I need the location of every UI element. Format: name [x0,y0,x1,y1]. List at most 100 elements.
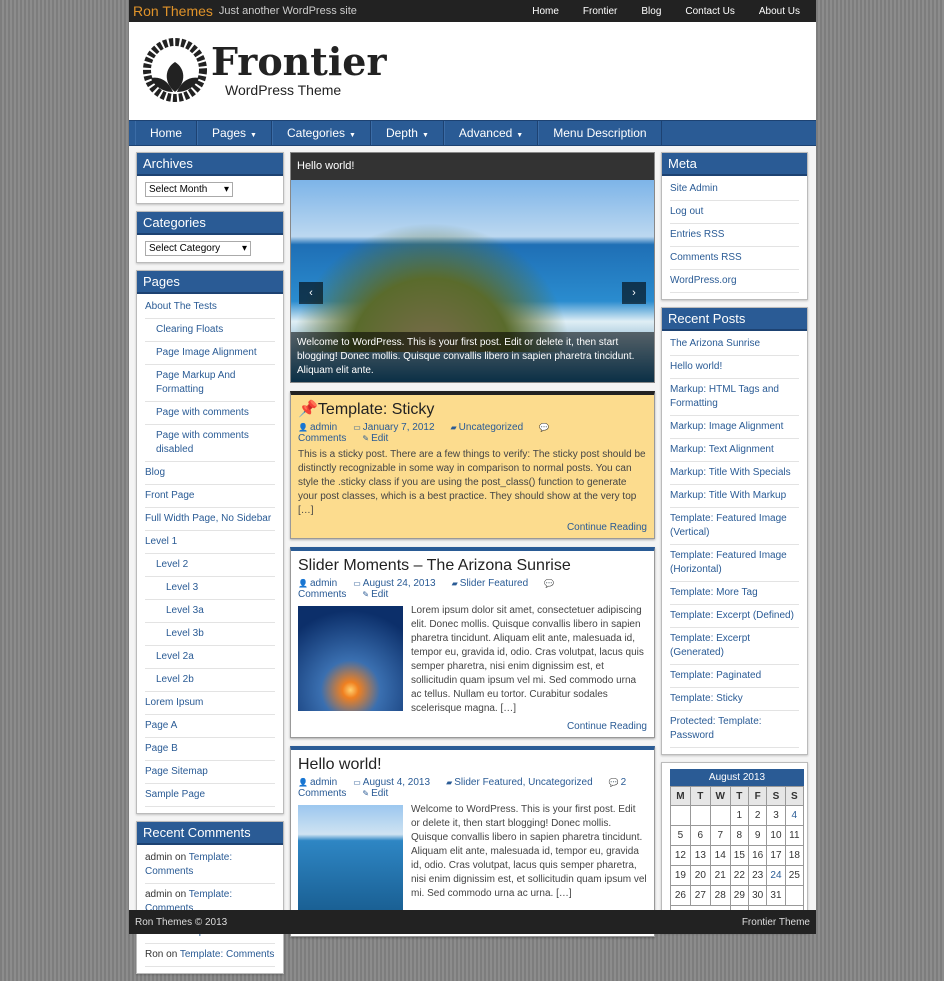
page-link[interactable]: Blog [145,462,275,485]
nav-item[interactable]: Menu Description [538,121,662,145]
recent-post-link[interactable]: Markup: Title With Specials [670,462,799,485]
post-author[interactable]: 👤 admin [298,578,345,589]
recent-post-link[interactable]: Template: Excerpt (Generated) [670,628,799,665]
meta-link[interactable]: Comments RSS [670,247,799,270]
recent-post-link[interactable]: Markup: Title With Markup [670,485,799,508]
page-link[interactable]: Level 1 [145,531,275,554]
page-link[interactable]: Full Width Page, No Sidebar [145,508,275,531]
page-link[interactable]: Clearing Floats [145,319,275,342]
slider-prev-button[interactable]: ‹ [299,282,323,304]
logo[interactable]: Frontier WordPress Theme [143,38,387,102]
post-author[interactable]: 👤 admin [298,777,345,788]
nav-item[interactable]: Pages ▼ [197,121,272,145]
post-edit[interactable]: ✎ Edit [362,433,396,444]
folder-icon: ▰ [450,423,457,432]
page-link[interactable]: Level 2b [145,669,275,692]
comment-post-link[interactable]: Template: Comments [180,949,274,960]
recent-post-link[interactable]: Markup: HTML Tags and Formatting [670,379,799,416]
post-title[interactable]: Hello world! [298,755,647,775]
post-thumbnail[interactable] [298,805,403,910]
continue-reading-link[interactable]: Continue Reading [567,522,647,533]
pages-widget: Pages About The Tests Clearing Floats Page… [136,270,284,814]
page-link[interactable]: Sample Page [145,784,275,807]
meta-link[interactable]: Site Admin [670,178,799,201]
calendar-day: 15 [729,845,750,866]
meta-link[interactable]: WordPress.org [670,270,799,293]
post-edit[interactable]: ✎ Edit [362,788,396,799]
meta-link[interactable]: Entries RSS [670,224,799,247]
page-link[interactable]: Front Page [145,485,275,508]
slider-next-button[interactable]: › [622,282,646,304]
page-link[interactable]: Page Markup And Formatting [145,365,275,402]
continue-reading-link[interactable]: Continue Reading [567,721,647,732]
top-menu: Home Frontier Blog Contact Us About Us [520,6,812,17]
post-thumbnail[interactable] [298,606,403,711]
comment-item: admin on Template: Comments [145,847,275,884]
page-link[interactable]: Level 2a [145,646,275,669]
recent-post-link[interactable]: Markup: Text Alignment [670,439,799,462]
widget-title: Archives [137,153,283,176]
post-date[interactable]: ▭ August 24, 2013 [353,578,443,589]
archives-select[interactable]: Select Month ▾ [145,182,233,197]
post-title[interactable]: Slider Moments – The Arizona Sunrise [298,556,647,576]
edit-icon: ✎ [362,590,370,599]
post: Hello world! 👤 admin ▭ August 4, 2013 ▰ Slider… [290,746,655,937]
calendar-day[interactable]: 24 [766,865,786,886]
page-link[interactable]: Page Image Alignment [145,342,275,365]
calendar-day[interactable]: 4 [784,805,805,826]
footer-theme-link[interactable]: Frontier Theme [742,917,810,928]
post-date[interactable]: ▭ August 4, 2013 [353,777,438,788]
page-link[interactable]: Level 2 [145,554,275,577]
page-link[interactable]: Lorem Ipsum [145,692,275,715]
page-link[interactable]: Page with comments disabled [145,425,275,462]
page-link[interactable]: Page Sitemap [145,761,275,784]
calendar-day: 14 [709,845,731,866]
post-title[interactable]: 📌Template: Sticky [298,400,647,420]
nav-item[interactable]: Categories ▼ [271,121,371,145]
recent-post-link[interactable]: Markup: Image Alignment [670,416,799,439]
calendar-icon: ▭ [353,778,361,787]
post-date[interactable]: ▭ January 7, 2012 [353,422,442,433]
post-categories[interactable]: ▰ Slider Featured, Uncategorized [446,777,601,788]
recent-post-link[interactable]: Template: Paginated [670,665,799,688]
site-title[interactable]: Ron Themes [133,3,213,19]
meta-link[interactable]: Log out [670,201,799,224]
recent-post-link[interactable]: The Arizona Sunrise [670,333,799,356]
nav-item[interactable]: Depth ▼ [370,121,444,145]
top-menu-item[interactable]: Home [520,6,571,17]
nav-item-label: Advanced [458,126,513,140]
page-link[interactable]: Level 3a [145,600,275,623]
recent-post-link[interactable]: Template: More Tag [670,582,799,605]
post-author[interactable]: 👤 admin [298,422,345,433]
post-categories[interactable]: ▰ Slider Featured [452,578,537,589]
page-link[interactable]: Level 3 [145,577,275,600]
recent-post-link[interactable]: Template: Featured Image (Horizontal) [670,545,799,582]
recent-post-link[interactable]: Hello world! [670,356,799,379]
recent-post-link[interactable]: Template: Featured Image (Vertical) [670,508,799,545]
page-link[interactable]: About The Tests [145,296,275,319]
top-menu-item[interactable]: About Us [747,6,812,17]
top-menu-item[interactable]: Blog [629,6,673,17]
post-categories[interactable]: ▰ Uncategorized [451,422,532,433]
recent-post-link[interactable]: Template: Sticky [670,688,799,711]
nav-item[interactable]: Home [135,121,198,145]
slide-image: ‹ › Welcome to WordPress. This is your f… [291,180,654,382]
recent-post-link[interactable]: Protected: Template: Password [670,711,799,748]
calendar-day: 17 [766,845,786,866]
calendar-day-header: W [709,786,731,806]
slide-title[interactable]: Hello world! [291,153,654,180]
post-edit[interactable]: ✎ Edit [362,589,396,600]
calendar-day: 28 [709,885,731,906]
categories-select[interactable]: Select Category ▾ [145,241,251,256]
nav-item[interactable]: Advanced ▼ [443,121,539,145]
nav-item-label: Home [150,126,183,140]
page-link[interactable]: Level 3b [145,623,275,646]
featured-slider[interactable]: Hello world! ‹ › Welcome to WordPress. T… [290,152,655,383]
top-menu-item[interactable]: Frontier [571,6,629,17]
page-link[interactable]: Page B [145,738,275,761]
calendar-day: 2 [747,805,768,826]
page-link[interactable]: Page A [145,715,275,738]
recent-post-link[interactable]: Template: Excerpt (Defined) [670,605,799,628]
top-menu-item[interactable]: Contact Us [673,6,746,17]
page-link[interactable]: Page with comments [145,402,275,425]
